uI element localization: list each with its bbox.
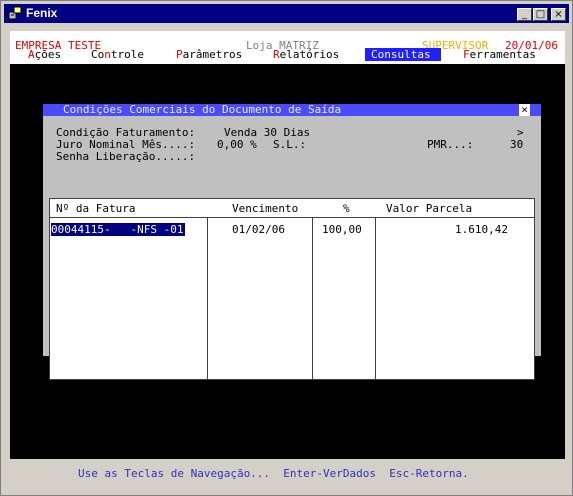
- cell-percent: 100,00: [322, 223, 362, 236]
- menu-item-parametros[interactable]: Parâmetros: [176, 48, 242, 61]
- menu-item-label: arâmetros: [182, 48, 243, 61]
- dialog-close-icon[interactable]: ×: [519, 104, 530, 116]
- menu-item-controle[interactable]: Controle: [91, 48, 144, 61]
- cell-valor: 1.610,42: [455, 223, 508, 236]
- table-header: Nº da Fatura Vencimento % Valor Parcela: [50, 199, 534, 218]
- menu-item-label: trole: [110, 48, 144, 61]
- maximize-button[interactable]: □: [533, 8, 548, 21]
- menu-item-label: elatórios: [279, 48, 340, 61]
- column-divider: [312, 217, 313, 379]
- menu-hotkey: R: [273, 48, 280, 61]
- status-text: Use as Teclas de Navegação... Enter-VerD…: [78, 467, 469, 480]
- dialog-title-bar: Condições Comerciais do Documento de Saí…: [43, 104, 541, 116]
- status-bar: Use as Teclas de Navegação... Enter-VerD…: [1, 463, 572, 483]
- menu-item-label: ções: [34, 48, 62, 61]
- col-header-valor: Valor Parcela: [386, 202, 473, 215]
- menu-item-label: erramentas: [469, 48, 536, 61]
- app-window: Fenix _ □ × EMPRESA TESTE Loja MATRIZ SU…: [0, 0, 573, 496]
- cell-fatura[interactable]: 00044115- -NFS -01: [51, 223, 186, 236]
- menu-item-relatorios[interactable]: Relatórios: [273, 48, 339, 61]
- menu-item-acoes[interactable]: Ações: [28, 48, 61, 61]
- menu-item-label: Co: [91, 48, 105, 61]
- terminal-screen: EMPRESA TESTE Loja MATRIZ SUPERVISOR 20/…: [10, 31, 565, 459]
- app-icon: [8, 6, 22, 20]
- col-header-fatura: Nº da Fatura: [56, 202, 136, 215]
- minimize-button[interactable]: _: [517, 8, 532, 21]
- senha-label: Senha Liberação.....:: [56, 150, 196, 163]
- menu-hotkey: n: [104, 48, 111, 61]
- installments-table: Nº da Fatura Vencimento % Valor Parcela …: [49, 198, 535, 380]
- menu-hotkey: P: [176, 48, 183, 61]
- window-title: Fenix: [26, 6, 58, 20]
- pmr-label: PMR...:: [427, 138, 474, 151]
- menu-hotkey: A: [28, 48, 35, 61]
- commercial-conditions-dialog: Condições Comerciais do Documento de Saí…: [43, 104, 541, 380]
- col-header-percent: %: [343, 202, 350, 215]
- menu-hotkey: F: [463, 48, 470, 61]
- juro-value: 0,00 %: [217, 138, 257, 151]
- cell-vencimento: 01/02/06: [232, 223, 285, 236]
- close-button[interactable]: ×: [551, 8, 566, 21]
- title-bar: Fenix _ □ ×: [4, 4, 569, 23]
- column-divider: [207, 217, 208, 379]
- menu-item-consultas[interactable]: Consultas: [365, 48, 441, 61]
- menu-item-ferramentas[interactable]: Ferramentas: [463, 48, 536, 61]
- header-area: EMPRESA TESTE Loja MATRIZ SUPERVISOR 20/…: [10, 31, 565, 64]
- dialog-title: Condições Comerciais do Documento de Saí…: [63, 103, 342, 116]
- column-divider: [375, 217, 376, 379]
- col-header-vencimento: Vencimento: [232, 202, 299, 215]
- pmr-value: 30: [510, 138, 524, 151]
- sl-label: S.L.:: [273, 138, 307, 151]
